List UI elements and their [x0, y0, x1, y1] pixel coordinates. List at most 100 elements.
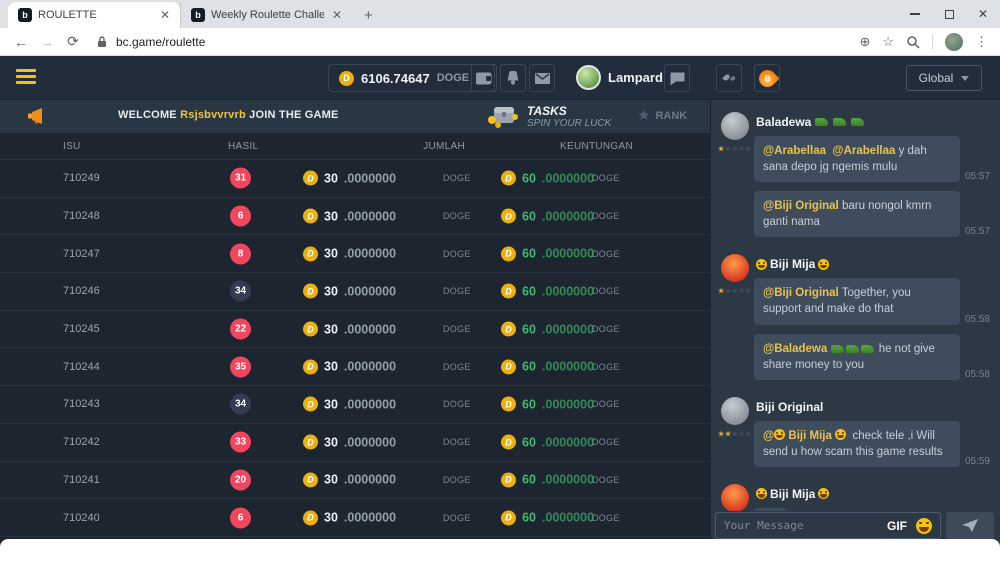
result-badge: 34 [230, 394, 251, 415]
chat-channel-dropdown[interactable]: Global [906, 65, 982, 91]
doge-coin-icon: D [303, 246, 318, 261]
address-bar[interactable]: bc.game/roulette [86, 35, 859, 49]
notifications-button[interactable] [500, 64, 526, 92]
chat-username[interactable]: Baladewa [756, 115, 990, 129]
doge-coin-icon: D [303, 435, 318, 450]
avatar[interactable] [721, 254, 749, 282]
bc-game-favicon: b [18, 8, 32, 22]
tab-close-icon[interactable]: ✕ [330, 8, 344, 22]
coindrop-button[interactable]: B [754, 64, 780, 92]
hamburger-menu-icon[interactable] [16, 69, 36, 87]
envelope-icon [535, 73, 550, 84]
wallet-button[interactable] [471, 64, 497, 92]
rank-widget[interactable]: ★ RANK [637, 108, 687, 123]
doge-coin-icon: D [303, 472, 318, 487]
chat-message: @Arabellaa @Arabellaa y dah sana depo jg… [754, 136, 990, 182]
search-icon[interactable] [906, 35, 920, 49]
avatar[interactable] [721, 484, 749, 511]
bookmark-star-icon[interactable]: ☆ [882, 34, 894, 50]
results-table-body: 710249 31 D30.0000000 DOGE D60.0000000 D… [0, 160, 710, 537]
tab-strip: b ROULETTE ✕ b Weekly Roulette Challenge… [0, 0, 1000, 28]
table-row[interactable]: 710244 35 D30.0000000 DOGE D60.0000000 D… [0, 348, 710, 386]
user-rating: ★★★★★ [718, 145, 752, 153]
win-currency: DOGE [592, 173, 620, 183]
chat-username[interactable]: Biji Original [756, 400, 990, 414]
tab-weekly-challenge[interactable]: b Weekly Roulette Challenge - Wi ✕ [180, 2, 352, 28]
round-id: 710248 [63, 210, 100, 222]
doge-coin-icon: D [303, 322, 318, 337]
round-id: 710247 [63, 248, 100, 260]
table-row[interactable]: 710243 34 D30.0000000 DOGE D60.0000000 D… [0, 386, 710, 424]
new-tab-button[interactable]: + [352, 7, 385, 28]
minimize-button[interactable] [898, 0, 932, 28]
reload-icon[interactable]: ⟳ [60, 33, 86, 50]
bet-amount: D30.0000000 [303, 284, 396, 299]
table-row[interactable]: 710240 6 D30.0000000 DOGE D60.0000000 DO… [0, 499, 710, 537]
table-row[interactable]: 710249 31 D30.0000000 DOGE D60.0000000 D… [0, 160, 710, 198]
chat-username[interactable]: Biji Mija [756, 487, 990, 501]
table-row[interactable]: 710246 34 D30.0000000 DOGE D60.0000000 D… [0, 273, 710, 311]
table-row[interactable]: 710245 22 D30.0000000 DOGE D60.0000000 D… [0, 311, 710, 349]
result-badge: 31 [230, 168, 251, 189]
tab-roulette[interactable]: b ROULETTE ✕ [8, 2, 180, 28]
tasks-widget[interactable]: TASKS SPIN YOUR LUCK [487, 102, 611, 130]
bet-amount: D30.0000000 [303, 510, 396, 525]
doge-coin-icon: D [501, 171, 516, 186]
user-menu[interactable]: Lampard [576, 65, 678, 90]
rain-button[interactable] [716, 64, 742, 92]
toolbar-divider [932, 34, 933, 50]
chat-toggle-button[interactable] [664, 64, 690, 92]
user-avatar [576, 65, 601, 90]
user-rating: ★★★★★ [718, 430, 752, 438]
table-row[interactable]: 710242 33 D30.0000000 DOGE D60.0000000 D… [0, 424, 710, 462]
chat-username[interactable]: Biji Mija [756, 257, 990, 271]
table-row[interactable]: 710247 8 D30.0000000 DOGE D60.0000000 DO… [0, 235, 710, 273]
bet-amount: D30.0000000 [303, 209, 396, 224]
avatar[interactable] [721, 397, 749, 425]
round-id: 710240 [63, 512, 100, 524]
croc-emoji [846, 345, 859, 353]
zoom-page-icon[interactable]: ⊕ [859, 34, 870, 50]
win-amount: D60.0000000 [501, 284, 594, 299]
tasks-subtitle: SPIN YOUR LUCK [527, 118, 611, 129]
messages-button[interactable] [529, 64, 555, 92]
forward-icon[interactable]: → [34, 34, 60, 50]
result-badge: 6 [230, 507, 251, 528]
win-amount: D60.0000000 [501, 359, 594, 374]
bet-currency: DOGE [443, 513, 471, 523]
avatar[interactable] [721, 112, 749, 140]
megaphone-icon [26, 107, 46, 126]
doge-coin-icon: D [303, 171, 318, 186]
win-currency: DOGE [592, 399, 620, 409]
table-row[interactable]: 710241 20 D30.0000000 DOGE D60.0000000 D… [0, 462, 710, 500]
emoji-picker-icon[interactable] [916, 518, 932, 534]
send-button[interactable] [946, 512, 994, 539]
chat-message-input[interactable] [724, 519, 878, 532]
timestamp: 05:58 [965, 314, 990, 325]
close-button[interactable]: ✕ [966, 0, 1000, 28]
welcome-message: WELCOME Rsjsbvvrvrb JOIN THE GAME [118, 109, 339, 121]
chevron-down-icon [961, 76, 969, 81]
column-hasil: HASIL [228, 141, 258, 152]
result-badge: 22 [230, 319, 251, 340]
message-inputbox[interactable]: GIF [715, 512, 941, 539]
doge-coin-icon: D [501, 209, 516, 224]
grin-emoji [756, 259, 767, 270]
chat-group: ★★★★★ Biji Mija @Biji Original Together,… [711, 246, 1000, 388]
bet-currency: DOGE [443, 362, 471, 372]
menu-dots-icon[interactable]: ⋮ [975, 34, 988, 50]
tab-title: Weekly Roulette Challenge - Wi [211, 9, 324, 21]
profile-avatar[interactable] [945, 33, 963, 51]
gif-button[interactable]: GIF [887, 519, 907, 533]
column-jumlah: JUMLAH [405, 141, 465, 152]
bet-amount: D30.0000000 [303, 322, 396, 337]
bet-currency: DOGE [443, 437, 471, 447]
back-icon[interactable]: ← [8, 34, 34, 50]
table-row[interactable]: 710248 6 D30.0000000 DOGE D60.0000000 DO… [0, 198, 710, 236]
timestamp: 05:58 [965, 369, 990, 380]
grin-emoji [756, 488, 767, 499]
maximize-button[interactable] [932, 0, 966, 28]
win-currency: DOGE [592, 249, 620, 259]
timestamp: 05:57 [965, 171, 990, 182]
tab-close-icon[interactable]: ✕ [158, 8, 172, 22]
